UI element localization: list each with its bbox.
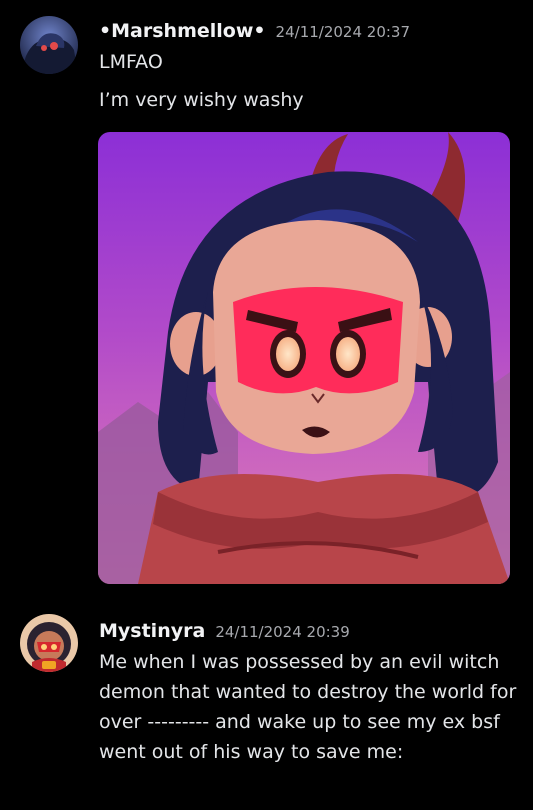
message-header: •Marshmellow• 24/11/2024 20:37 bbox=[99, 20, 410, 42]
message-header: Mystinyra 24/11/2024 20:39 bbox=[99, 620, 350, 642]
attachment-image bbox=[98, 132, 510, 584]
message-text: LMFAO bbox=[99, 51, 163, 73]
message-text: Me when I was possessed by an evil witch… bbox=[99, 651, 517, 763]
user-avatar[interactable] bbox=[20, 16, 78, 74]
avatar-image bbox=[20, 614, 78, 672]
image-attachment[interactable] bbox=[98, 132, 510, 584]
message-text: I’m very wishy washy bbox=[99, 89, 304, 111]
username[interactable]: •Marshmellow• bbox=[99, 20, 266, 42]
timestamp: 24/11/2024 20:37 bbox=[275, 23, 410, 41]
avatar-image bbox=[20, 16, 78, 74]
user-avatar[interactable] bbox=[20, 614, 78, 672]
timestamp: 24/11/2024 20:39 bbox=[215, 623, 350, 641]
username[interactable]: Mystinyra bbox=[99, 620, 205, 642]
